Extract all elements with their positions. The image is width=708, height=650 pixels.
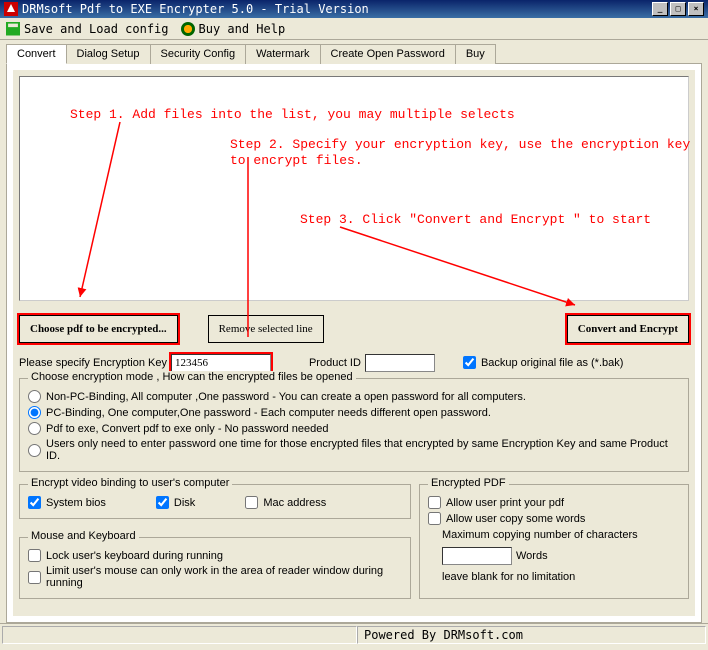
- tab-security-config[interactable]: Security Config: [150, 44, 247, 64]
- mode-one-time-password[interactable]: Users only need to enter password one ti…: [28, 438, 680, 462]
- encrypted-pdf-group: Encrypted PDF Allow user print your pdf …: [419, 484, 689, 599]
- toolbar: Save and Load config Buy and Help: [0, 18, 708, 40]
- buy-help-button[interactable]: Buy and Help: [181, 22, 286, 36]
- tab-create-open-password[interactable]: Create Open Password: [320, 44, 456, 64]
- allow-copy-checkbox[interactable]: Allow user copy some words: [428, 512, 680, 525]
- mk-legend: Mouse and Keyboard: [28, 530, 139, 542]
- allow-print-checkbox[interactable]: Allow user print your pdf: [428, 496, 680, 509]
- binding-group: Encrypt video binding to user's computer…: [19, 484, 411, 519]
- bios-checkbox[interactable]: System bios: [28, 496, 106, 509]
- tab-buy[interactable]: Buy: [455, 44, 496, 64]
- encryption-mode-group: Choose encryption mode , How can the enc…: [19, 378, 689, 472]
- max-copy-label: Maximum copying number of characters: [442, 529, 680, 541]
- mode-pdf-to-exe[interactable]: Pdf to exe, Convert pdf to exe only - No…: [28, 422, 680, 435]
- close-button[interactable]: ×: [688, 2, 704, 16]
- remove-line-button[interactable]: Remove selected line: [208, 315, 324, 343]
- mac-checkbox[interactable]: Mac address: [245, 496, 326, 509]
- titlebar: DRMsoft Pdf to EXE Encrypter 5.0 - Trial…: [0, 0, 708, 18]
- app-icon: [4, 2, 18, 16]
- window-title: DRMsoft Pdf to EXE Encrypter 5.0 - Trial…: [22, 2, 369, 16]
- choose-pdf-button[interactable]: Choose pdf to be encrypted...: [19, 315, 178, 343]
- tab-bar: Convert Dialog Setup Security Config Wat…: [0, 43, 708, 63]
- epdf-legend: Encrypted PDF: [428, 477, 509, 489]
- tab-dialog-setup[interactable]: Dialog Setup: [66, 44, 151, 64]
- key-row: Please specify Encryption Key Product ID…: [19, 353, 689, 372]
- backup-checkbox[interactable]: Backup original file as (*.bak): [463, 356, 623, 369]
- button-row: Choose pdf to be encrypted... Remove sel…: [19, 315, 689, 343]
- mouse-keyboard-group: Mouse and Keyboard Lock user's keyboard …: [19, 537, 411, 599]
- mode-pc-binding[interactable]: PC-Binding, One computer,One password - …: [28, 406, 680, 419]
- key-label: Please specify Encryption Key: [19, 357, 167, 369]
- binding-legend: Encrypt video binding to user's computer: [28, 477, 232, 489]
- minimize-button[interactable]: _: [652, 2, 668, 16]
- instruction-diagram: Step 1. Add files into the list, you may…: [19, 76, 689, 301]
- save-config-button[interactable]: Save and Load config: [6, 22, 169, 36]
- step2-text-line2: to encrypt files.: [230, 153, 363, 168]
- step3-text: Step 3. Click "Convert and Encrypt " to …: [300, 212, 651, 227]
- tab-watermark[interactable]: Watermark: [245, 44, 320, 64]
- step2-text-line1: Step 2. Specify your encryption key, use…: [230, 137, 690, 152]
- status-left: [2, 626, 357, 644]
- panel: Step 1. Add files into the list, you may…: [6, 63, 702, 623]
- encryption-key-input[interactable]: [171, 354, 271, 372]
- maximize-button[interactable]: □: [670, 2, 686, 16]
- disk-checkbox[interactable]: Disk: [156, 496, 195, 509]
- words-label: Words: [516, 550, 548, 562]
- leave-blank-label: leave blank for no limitation: [442, 571, 680, 583]
- step1-text: Step 1. Add files into the list, you may…: [70, 107, 515, 122]
- limit-mouse-checkbox[interactable]: Limit user's mouse can only work in the …: [28, 565, 402, 589]
- max-copy-input[interactable]: [442, 547, 512, 565]
- lock-keyboard-checkbox[interactable]: Lock user's keyboard during running: [28, 549, 402, 562]
- help-icon: [181, 22, 195, 36]
- statusbar: Powered By DRMsoft.com: [0, 623, 708, 646]
- status-text: Powered By DRMsoft.com: [357, 626, 706, 644]
- product-id-label: Product ID: [309, 357, 361, 369]
- mode-non-pc-binding[interactable]: Non-PC-Binding, All computer ,One passwo…: [28, 390, 680, 403]
- product-id-input[interactable]: [365, 354, 435, 372]
- convert-encrypt-button[interactable]: Convert and Encrypt: [567, 315, 689, 343]
- mode-legend: Choose encryption mode , How can the enc…: [28, 371, 356, 383]
- tab-convert[interactable]: Convert: [6, 44, 67, 64]
- save-icon: [6, 22, 20, 36]
